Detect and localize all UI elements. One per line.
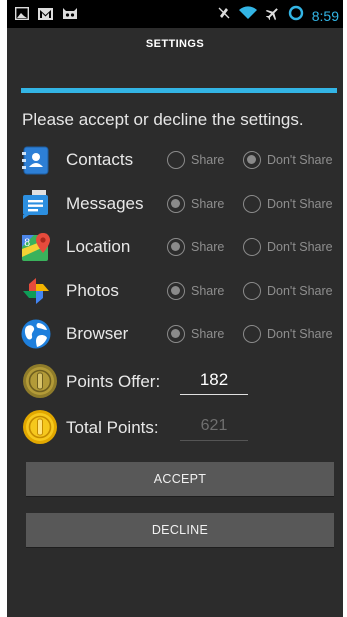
- photos-share-radio[interactable]: Share: [167, 282, 224, 300]
- messages-dont-share-radio[interactable]: Don't Share: [243, 195, 333, 213]
- permission-label: Photos: [66, 281, 119, 300]
- contacts-share-radio[interactable]: Share: [167, 151, 224, 169]
- accept-button[interactable]: ACCEPT: [26, 462, 334, 496]
- permission-row-browser: Browser Share Don't Share: [7, 316, 343, 352]
- image-icon: [14, 6, 30, 25]
- gmail-icon: [38, 7, 53, 25]
- points-offer-label: Points Offer:: [66, 372, 161, 391]
- points-offer-row: Points Offer: 182: [7, 361, 343, 401]
- location-dont-share-radio[interactable]: Don't Share: [243, 238, 333, 256]
- messages-share-radio[interactable]: Share: [167, 195, 224, 213]
- svg-text:8: 8: [24, 238, 30, 249]
- airplane-icon: [265, 6, 280, 26]
- permission-label: Messages: [66, 194, 144, 213]
- page-title: SETTINGS: [145, 38, 205, 50]
- photos-pinwheel-icon: [20, 275, 52, 307]
- points-offer-input[interactable]: 182: [180, 365, 248, 395]
- wifi-icon: [238, 6, 257, 25]
- status-bar: 8:59: [7, 0, 343, 28]
- location-share-radio[interactable]: Share: [167, 238, 224, 256]
- contacts-dont-share-radio[interactable]: Don't Share: [243, 151, 333, 169]
- permission-row-contacts: Contacts Share Don't Share: [7, 142, 343, 178]
- photos-dont-share-radio[interactable]: Don't Share: [243, 282, 333, 300]
- app-screen: 8:59 SETTINGS Please accept or decline t…: [7, 0, 343, 617]
- permission-label: Browser: [66, 324, 129, 343]
- clock-time: 8:59: [311, 7, 339, 24]
- permission-row-photos: Photos Share Don't Share: [7, 273, 343, 309]
- total-points-label: Total Points:: [66, 418, 159, 437]
- coin-icon: [22, 363, 58, 399]
- title-divider: [21, 88, 337, 93]
- permission-row-location: 8 Location Share Don't Share: [7, 229, 343, 265]
- globe-icon: [20, 318, 52, 350]
- maps-location-icon: 8: [20, 231, 52, 263]
- permission-label: Location: [66, 237, 131, 256]
- browser-share-radio[interactable]: Share: [167, 325, 224, 343]
- permission-label: Contacts: [66, 150, 134, 169]
- cyanogen-icon: [62, 7, 78, 25]
- permission-row-messages: Messages Share Don't Share: [7, 186, 343, 222]
- instruction-text: Please accept or decline the settings.: [22, 110, 304, 129]
- total-points-row: Total Points: 621: [7, 407, 343, 447]
- mute-icon: [217, 6, 231, 25]
- messages-icon: [20, 188, 52, 220]
- total-points-field: 621: [180, 411, 248, 441]
- decline-button[interactable]: DECLINE: [26, 513, 334, 547]
- coin-icon: [22, 409, 58, 445]
- browser-dont-share-radio[interactable]: Don't Share: [243, 325, 333, 343]
- contacts-icon: [20, 144, 52, 176]
- sync-icon: [288, 5, 304, 26]
